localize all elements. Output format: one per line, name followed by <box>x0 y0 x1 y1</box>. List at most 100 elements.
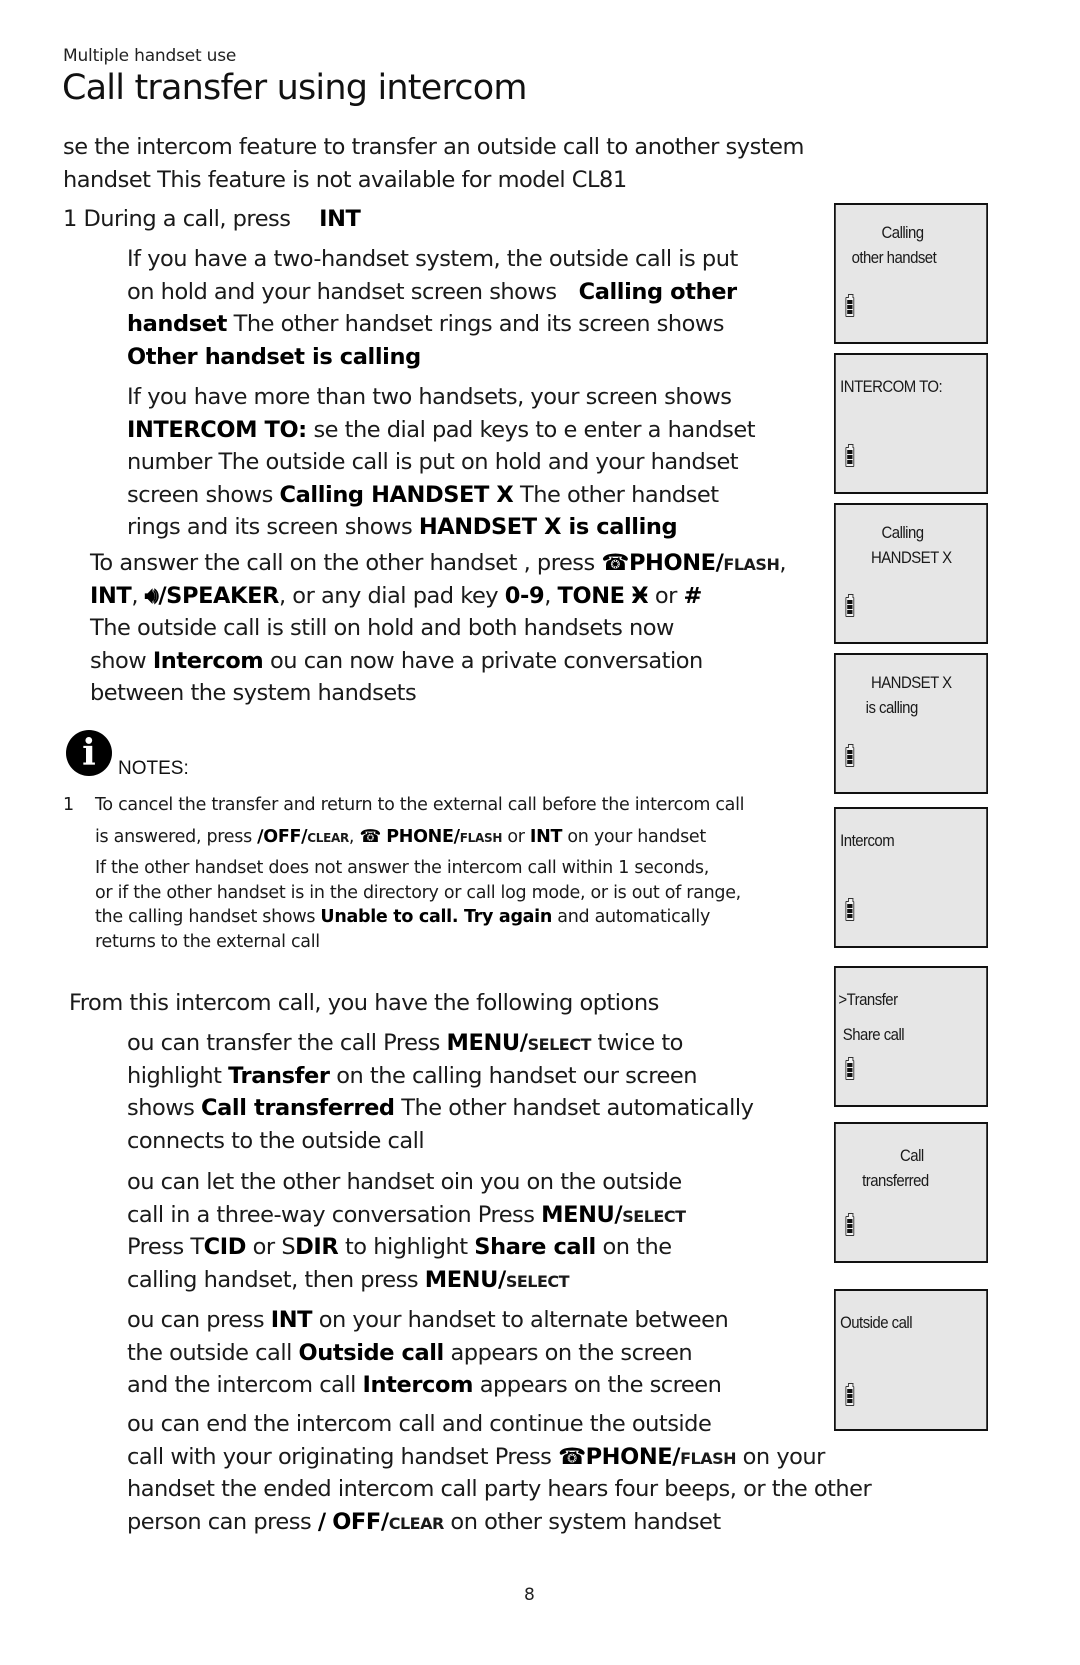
text-line: highlight Transfer on the calling handse… <box>127 1060 753 1093</box>
battery-icon <box>845 898 855 921</box>
text-span: or <box>648 582 684 609</box>
option-end: ou can end the intercom call and continu… <box>127 1408 872 1539</box>
screen-intercom: Intercom <box>834 807 988 948</box>
text-span: ou can now have a private conversation <box>263 647 703 674</box>
screen-message: Other handset is calling <box>127 343 421 370</box>
text-span: The other handset rings and its screen s… <box>226 311 725 337</box>
screen-handset-x-is-calling: HANDSET X is calling <box>834 653 988 794</box>
text-span: or <box>246 1234 282 1260</box>
text-span: ou can transfer the call Press <box>127 1030 447 1056</box>
phone-key: PHONE/ <box>386 826 460 847</box>
text-span: to highlight <box>338 1234 475 1260</box>
text-line: ou can transfer the call Press MENU/SELE… <box>127 1027 753 1060</box>
text-line: or if the other handset is in the direct… <box>95 882 741 903</box>
text-span: shows <box>127 1095 202 1121</box>
text-span: Press <box>127 1234 191 1260</box>
note-1-number: 1 <box>63 795 74 815</box>
text-line: To cancel the transfer and return to the… <box>95 795 745 815</box>
text-line: on hold and your handset screen shows Cal… <box>127 276 738 309</box>
text-line: INTERCOM TO: se the dial pad keys to e e… <box>127 414 756 447</box>
text-line: If you have a two-handset system, the ou… <box>127 246 738 272</box>
screen-message: Calling other <box>578 278 738 305</box>
text-line: handset the ended intercom call party he… <box>127 1476 872 1502</box>
text-span: show <box>90 647 153 674</box>
options-intro: From this intercom call, you have the fo… <box>69 990 659 1016</box>
text-line: person can press ∕ OFF/CLEAR on other sy… <box>127 1506 871 1539</box>
dir-key: DIR <box>295 1234 339 1260</box>
text-span: twice to <box>590 1030 684 1056</box>
speaker-key: /SPEAKER <box>158 582 279 609</box>
step-1-text: 1 During a call, press <box>63 206 291 232</box>
phone-key: PHONE/ <box>585 1443 681 1470</box>
text-line: and the intercom call Intercom appears o… <box>127 1369 728 1402</box>
screen-transfer-menu: >Transfer Share call <box>834 966 988 1107</box>
text-line: call in a three-way conversation Press M… <box>127 1199 686 1232</box>
cid-key: CID <box>203 1234 247 1260</box>
phone-handset-icon: ☎ <box>359 826 381 847</box>
text-line: If the other handset does not answer the… <box>95 858 710 878</box>
text-line: handset The other handset rings and its … <box>127 308 738 341</box>
two-handset-paragraph: If you have a two-handset system, the ou… <box>127 243 738 373</box>
text-span: ou can press <box>127 1307 271 1333</box>
screen-line-1: >Transfer <box>838 990 898 1009</box>
text-span: on your handset to alternate between <box>312 1307 729 1333</box>
text-line: ou can end the intercom call and continu… <box>127 1411 712 1437</box>
text-line: If you have more than two handsets, your… <box>127 384 732 410</box>
text-line: is answered, press ∕OFF/CLEAR, ☎ PHONE/F… <box>95 825 744 850</box>
text-line: the outside call Outside call appears on… <box>127 1337 728 1370</box>
option-alternate: ou can press INT on your handset to alte… <box>127 1304 729 1402</box>
screen-message: Outside call <box>298 1339 445 1366</box>
text-span: highlight <box>127 1062 229 1089</box>
page-title: Call transfer using intercom <box>62 68 527 108</box>
step-1: 1 During a call, press INT <box>63 203 361 236</box>
off-key: OFF/ <box>263 826 308 847</box>
screen-calling-other-handset: Calling other handset <box>834 203 988 344</box>
screen-message: Intercom <box>362 1372 474 1398</box>
int-key: INT <box>270 1307 313 1333</box>
menu-key: MENU/ <box>541 1201 623 1228</box>
battery-icon <box>845 594 855 617</box>
screen-line-1: Calling <box>881 223 925 242</box>
text-span: on the <box>595 1234 672 1260</box>
screen-outside-call: Outside call <box>834 1289 988 1431</box>
screen-line-1: Calling <box>881 523 925 542</box>
text-span: on your handset <box>562 826 706 847</box>
screen-line-1: HANDSET X <box>870 673 952 692</box>
text-line: To answer the call on the other handset … <box>90 547 787 580</box>
battery-icon <box>845 744 855 767</box>
text-span: To answer the call on the other handset … <box>90 550 602 576</box>
int-key: INT <box>90 582 132 609</box>
tone-star-icon: Ӿ <box>631 582 649 609</box>
text-span: and the intercom call <box>127 1372 363 1398</box>
text-line: number The outside call is put on hold a… <box>127 449 739 475</box>
text-line: ou can let the other handset oin you on … <box>127 1169 682 1195</box>
off-handset-icon: ∕ <box>317 1508 326 1535</box>
int-key: INT <box>529 826 563 847</box>
text-span: The other handset automatically <box>394 1095 754 1121</box>
text-line: between the system handsets <box>90 680 417 706</box>
text-span: on other system handset <box>443 1508 721 1535</box>
clear-key: CLEAR <box>307 826 349 847</box>
option-share: ou can let the other handset oin you on … <box>127 1166 686 1297</box>
off-key: OFF/ <box>332 1508 389 1535</box>
text-span: appears on the screen <box>443 1339 693 1366</box>
flash-key: FLASH <box>723 550 780 576</box>
text-line: returns to the external call <box>95 931 320 952</box>
screen-line-2: Share call <box>842 1025 905 1044</box>
phone-handset-icon: ☎ <box>558 1443 586 1470</box>
battery-icon <box>845 1057 855 1080</box>
screen-message: Unable to call. Try again <box>320 907 553 927</box>
screen-message: INTERCOM TO: <box>127 416 307 443</box>
select-key: SELECT <box>505 1266 570 1293</box>
text-line: the calling handset shows Unable to call… <box>95 905 744 930</box>
menu-key: MENU/ <box>446 1030 528 1056</box>
text-line: rings and its screen shows HANDSET X is … <box>127 511 755 544</box>
answer-paragraph: To answer the call on the other handset … <box>90 547 787 710</box>
intro-line: handset This feature is not available fo… <box>63 166 627 193</box>
text-span: screen shows <box>127 481 280 508</box>
text-line: calling handset, then press MENU/SELECT <box>127 1264 685 1297</box>
text-line: show Intercom ou can now have a private … <box>90 645 786 678</box>
battery-icon <box>845 1383 855 1406</box>
tone-key: TONE <box>557 582 625 609</box>
phone-key: PHONE/ <box>628 550 724 576</box>
